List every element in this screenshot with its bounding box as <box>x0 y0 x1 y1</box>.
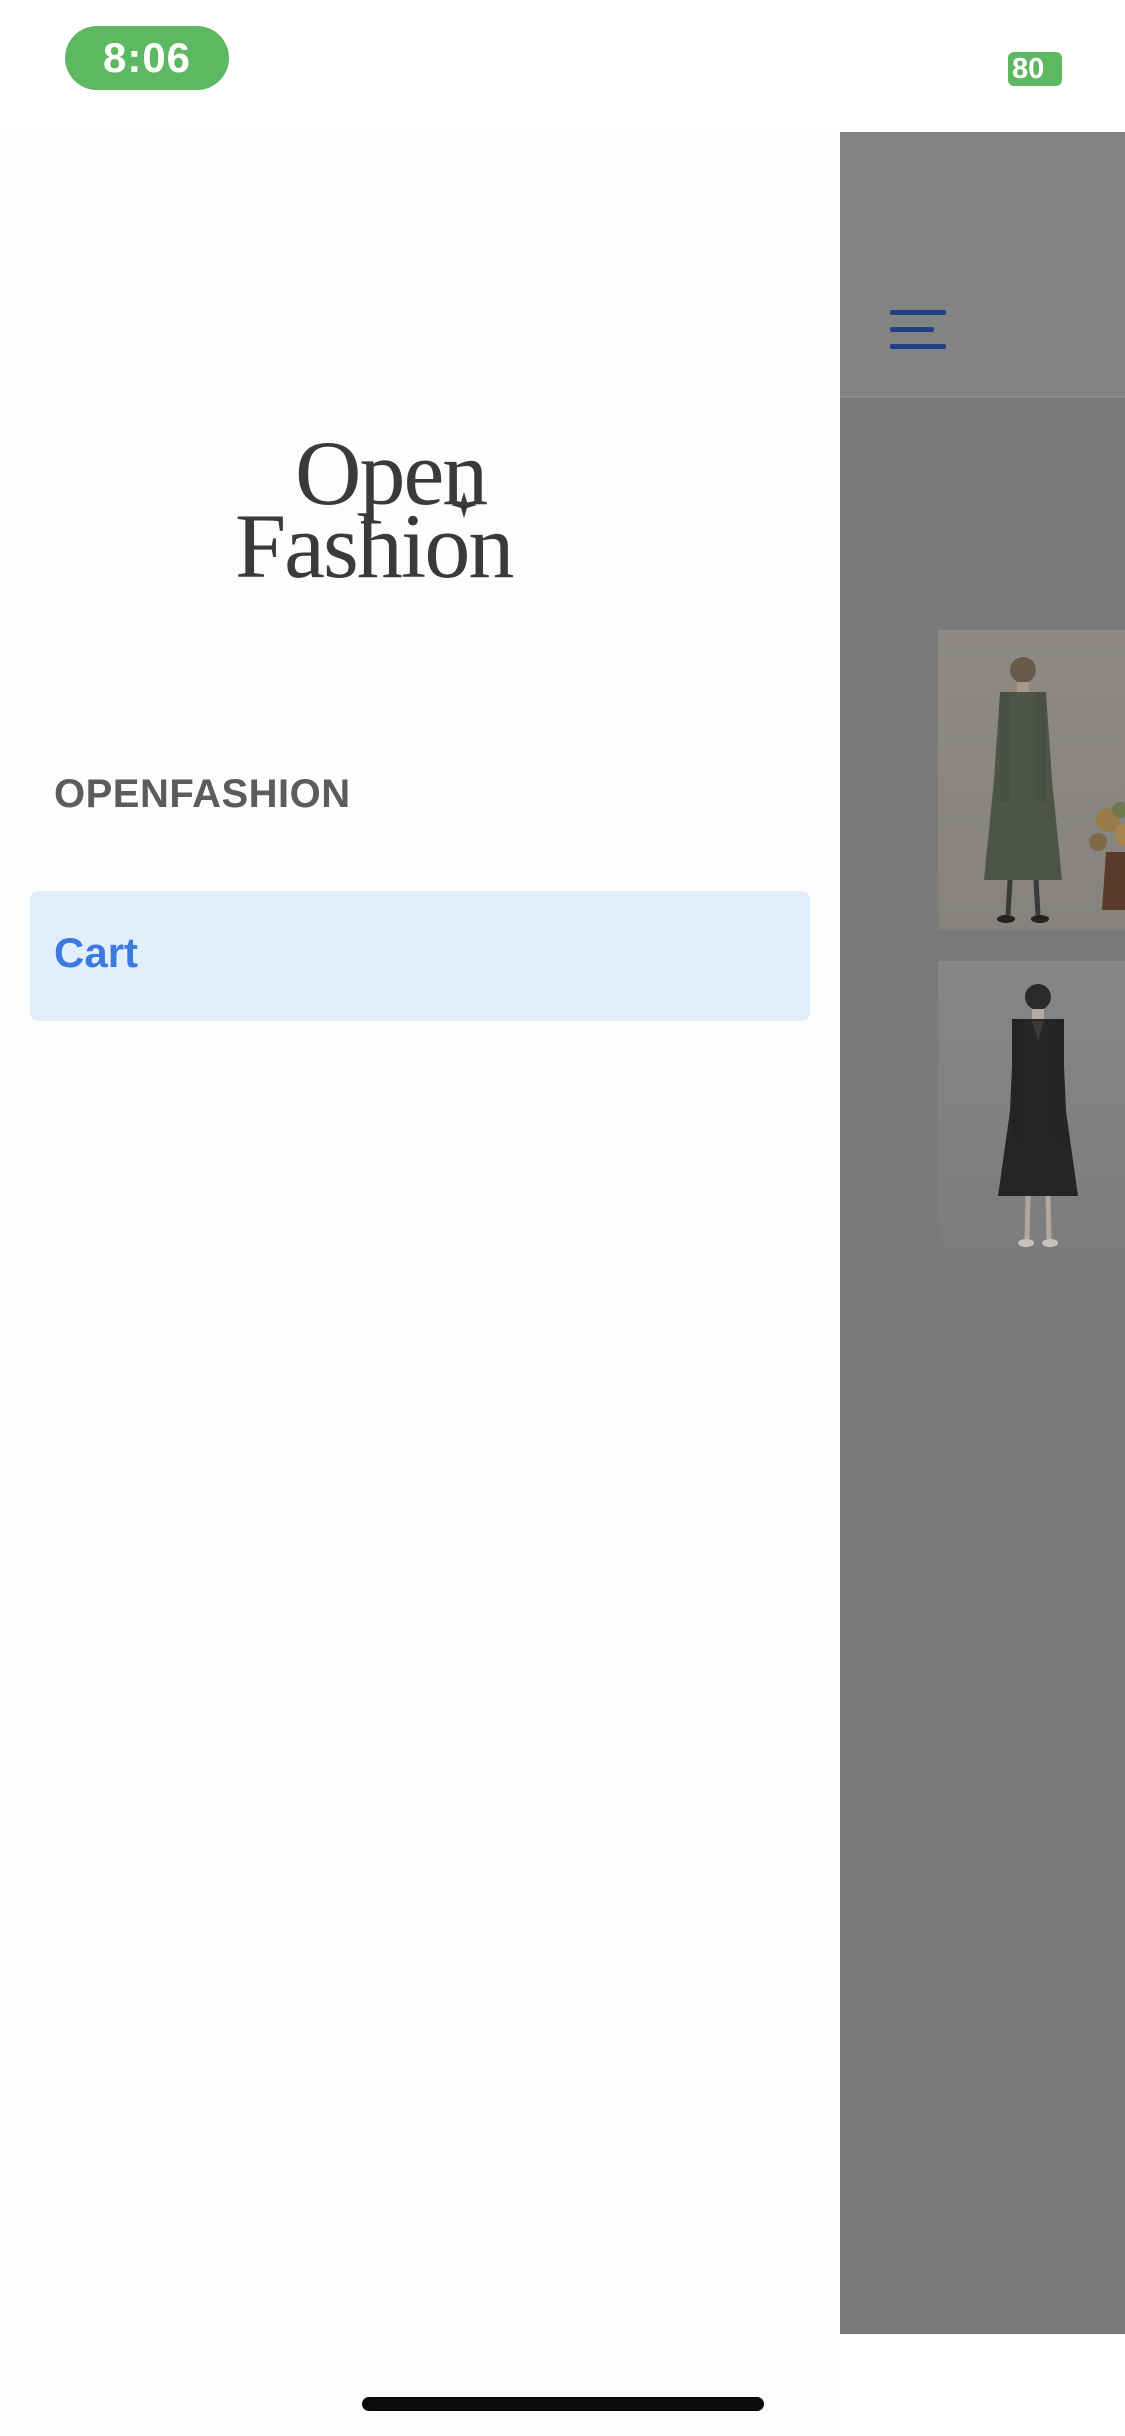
battery-icon: 80 <box>1008 52 1062 86</box>
screen: 8:06 80 Open Fashion OPENFASHION Cart <box>0 0 1125 2436</box>
open-fashion-logo: Open Fashion <box>235 424 515 584</box>
status-time: 8:06 <box>65 26 229 90</box>
drawer-item-cart[interactable]: Cart <box>30 891 810 1021</box>
background-app-header <box>840 132 1125 398</box>
product-image[interactable] <box>938 630 1125 930</box>
navigation-drawer: Open Fashion OPENFASHION Cart <box>0 132 840 2436</box>
product-image[interactable] <box>938 961 1125 1261</box>
hamburger-menu-icon[interactable] <box>890 310 946 350</box>
drawer-item-label: Cart <box>54 929 139 976</box>
home-indicator[interactable] <box>362 2397 764 2411</box>
drawer-section-title: OPENFASHION <box>54 772 351 816</box>
svg-text:Fashion: Fashion <box>235 495 513 584</box>
background-app-overlay[interactable] <box>840 132 1125 2334</box>
status-bar: 8:06 80 <box>0 0 1125 132</box>
